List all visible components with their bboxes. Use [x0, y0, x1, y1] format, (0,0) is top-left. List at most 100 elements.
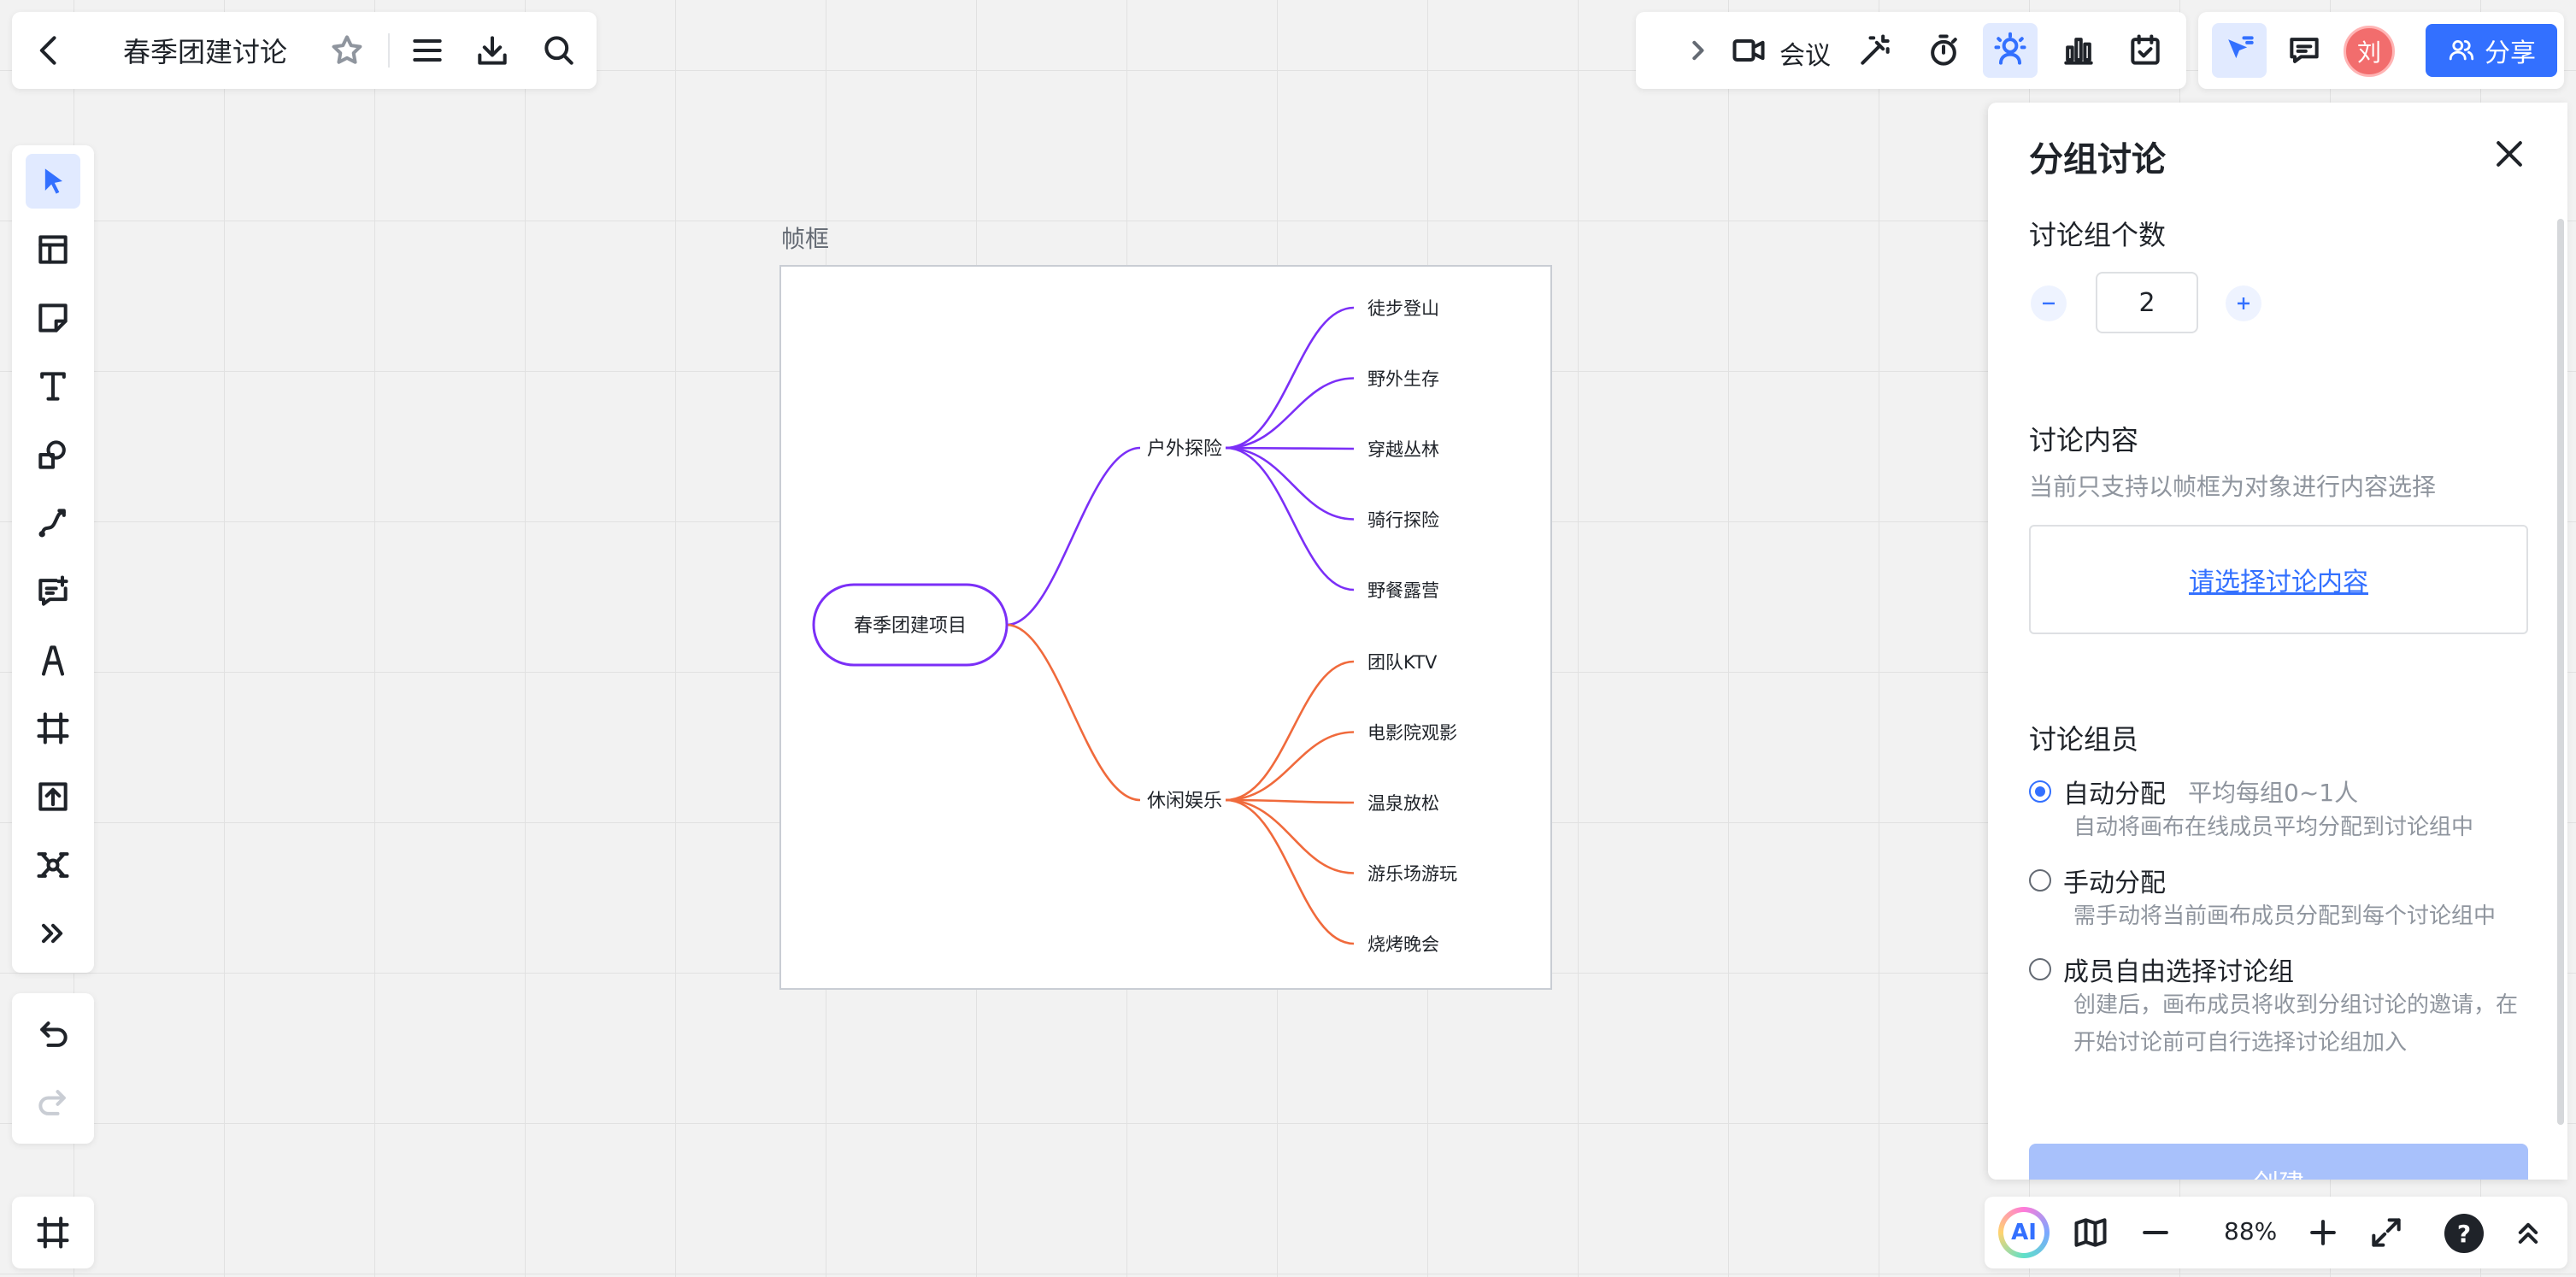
back-button[interactable] — [22, 23, 77, 78]
avatar[interactable]: 刘 — [2344, 26, 2395, 77]
frame-label[interactable]: 帧框 — [781, 221, 829, 255]
frame-list-button[interactable] — [26, 1205, 80, 1260]
mindmap-link — [1225, 731, 1355, 802]
mindmap-leaf-label[interactable]: 游乐场游玩 — [1367, 864, 1457, 885]
document-title[interactable]: 春季团建讨论 — [123, 31, 287, 70]
redo-button[interactable] — [26, 1075, 80, 1130]
ai-label: AI — [2003, 1212, 2044, 1253]
shape-tool[interactable] — [26, 427, 80, 482]
zoom-in-button[interactable] — [2296, 1205, 2350, 1260]
mindmap-link — [1006, 446, 1141, 627]
option-extra: 平均每组0~1人 — [2188, 779, 2359, 807]
mindmap-leaf-label[interactable]: 野外生存 — [1367, 369, 1439, 390]
fit-screen-button[interactable] — [2359, 1205, 2414, 1260]
magic-wand-icon — [1861, 34, 1890, 65]
vote-button[interactable] — [2051, 23, 2106, 78]
undo-button[interactable] — [26, 1007, 80, 1062]
help-button[interactable]: ? — [2444, 1214, 2484, 1253]
mindmap-leaf-label[interactable]: 穿越丛林 — [1367, 439, 1439, 460]
chevron-right-icon — [1692, 40, 1704, 61]
mindmap-link — [1225, 446, 1355, 591]
plus-icon — [2310, 1220, 2336, 1245]
mindmap-link — [1006, 623, 1141, 802]
share-toolbar: 刘 分享 — [2198, 12, 2564, 89]
comment-icon — [2290, 38, 2319, 63]
group-discussion-icon — [1994, 32, 2026, 65]
radio-free-choice[interactable] — [2029, 958, 2051, 980]
mindmap-tool[interactable] — [26, 838, 80, 892]
template-tool[interactable] — [26, 222, 80, 277]
radio-auto-assign[interactable] — [2029, 780, 2051, 803]
meeting-label[interactable]: 会议 — [1779, 34, 1831, 72]
mindmap-branch-label[interactable]: 户外探险 — [1147, 438, 1222, 460]
radio-manual-assign[interactable] — [2029, 869, 2051, 892]
layout-icon — [38, 235, 68, 264]
menu-button[interactable] — [400, 23, 455, 78]
double-chevron-right-icon — [41, 923, 63, 944]
zoom-out-button[interactable] — [2128, 1205, 2183, 1260]
breakout-discussion-button[interactable] — [1983, 23, 2038, 78]
option-label: 成员自由选择讨论组 — [2063, 957, 2294, 987]
increase-count-button[interactable] — [2226, 285, 2261, 321]
star-icon — [332, 35, 362, 64]
group-count-input[interactable]: 2 — [2096, 272, 2198, 333]
mindmap-icon — [37, 852, 69, 878]
mindmap-leaf-label[interactable]: 温泉放松 — [1367, 793, 1439, 814]
create-button[interactable]: 创建 — [2029, 1144, 2528, 1180]
mindmap-leaf-label[interactable]: 团队KTV — [1367, 652, 1438, 673]
download-button[interactable] — [465, 23, 520, 78]
search-icon — [544, 36, 573, 65]
more-tools-button[interactable] — [26, 906, 80, 961]
share-button[interactable]: 分享 — [2426, 24, 2557, 77]
comments-button[interactable] — [2277, 23, 2332, 78]
decrease-count-button[interactable] — [2031, 285, 2067, 321]
expand-toolbar-button[interactable] — [1670, 23, 1725, 78]
option-auto-assign[interactable]: 自动分配 平均每组0~1人 — [2029, 773, 2358, 810]
pen-icon — [41, 645, 65, 676]
option-free-choice[interactable]: 成员自由选择讨论组 — [2029, 950, 2294, 988]
minimap-button[interactable] — [2063, 1205, 2118, 1260]
meeting-button[interactable] — [1721, 23, 1776, 78]
option-desc: 需手动将当前画布成员分配到每个讨论组中 — [2073, 903, 2497, 929]
follow-cursor-button[interactable] — [2212, 23, 2267, 78]
favorite-button[interactable] — [320, 23, 374, 78]
collapse-toolbar-button[interactable] — [2501, 1205, 2555, 1260]
mindmap-leaf-label[interactable]: 烧烤晚会 — [1367, 934, 1439, 955]
mindmap-leaf-label[interactable]: 骑行探险 — [1367, 510, 1439, 531]
mindmap-leaf-label[interactable]: 野餐露营 — [1367, 580, 1439, 601]
mindmap-leaf-label[interactable]: 电影院观影 — [1367, 723, 1457, 744]
double-chevron-up-icon — [2518, 1222, 2538, 1245]
mindmap-root-label[interactable]: 春季团建项目 — [854, 615, 967, 637]
timer-button[interactable] — [1916, 23, 1971, 78]
close-panel-button[interactable] — [2482, 127, 2537, 181]
video-camera-icon — [1732, 38, 1765, 62]
ai-assistant-button[interactable]: AI — [1998, 1207, 2050, 1258]
upload-icon — [38, 782, 68, 811]
frame-tool[interactable] — [26, 701, 80, 756]
panel-scrollbar[interactable] — [2557, 219, 2564, 1125]
mindmap-branch-label[interactable]: 休闲娱乐 — [1147, 791, 1222, 812]
mindmap[interactable]: 户外探险 徒步登山野外生存穿越丛林骑行探险野餐露营休闲娱乐 团队KTV 电影院观影温泉… — [781, 267, 1554, 992]
search-button[interactable] — [532, 23, 586, 78]
upload-tool[interactable] — [26, 769, 80, 824]
select-content-link[interactable]: 请选择讨论内容 — [2189, 561, 2368, 598]
cursor-follow-icon — [2228, 36, 2254, 59]
members-title: 讨论组员 — [2029, 723, 2139, 756]
select-tool[interactable] — [26, 154, 80, 209]
frame[interactable]: 户外探险 徒步登山野外生存穿越丛林骑行探险野餐露营休闲娱乐 团队KTV 电影院观影温泉… — [779, 265, 1552, 990]
option-manual-assign[interactable]: 手动分配 — [2029, 862, 2166, 899]
content-select-box[interactable]: 请选择讨论内容 — [2029, 525, 2528, 634]
sticky-note-tool[interactable] — [26, 291, 80, 345]
comment-tool[interactable] — [26, 564, 80, 619]
zoom-level[interactable]: 88% — [2224, 1217, 2277, 1245]
users-icon — [2449, 39, 2474, 61]
magic-wand-button[interactable] — [1848, 23, 1903, 78]
connector-tool[interactable] — [26, 496, 80, 550]
cursor-icon — [44, 168, 62, 194]
share-label: 分享 — [2485, 38, 2536, 68]
calendar-check-button[interactable] — [2118, 23, 2173, 78]
close-icon — [2497, 141, 2522, 167]
pen-tool[interactable] — [26, 633, 80, 687]
text-tool[interactable] — [26, 359, 80, 414]
mindmap-leaf-label[interactable]: 徒步登山 — [1367, 298, 1439, 319]
